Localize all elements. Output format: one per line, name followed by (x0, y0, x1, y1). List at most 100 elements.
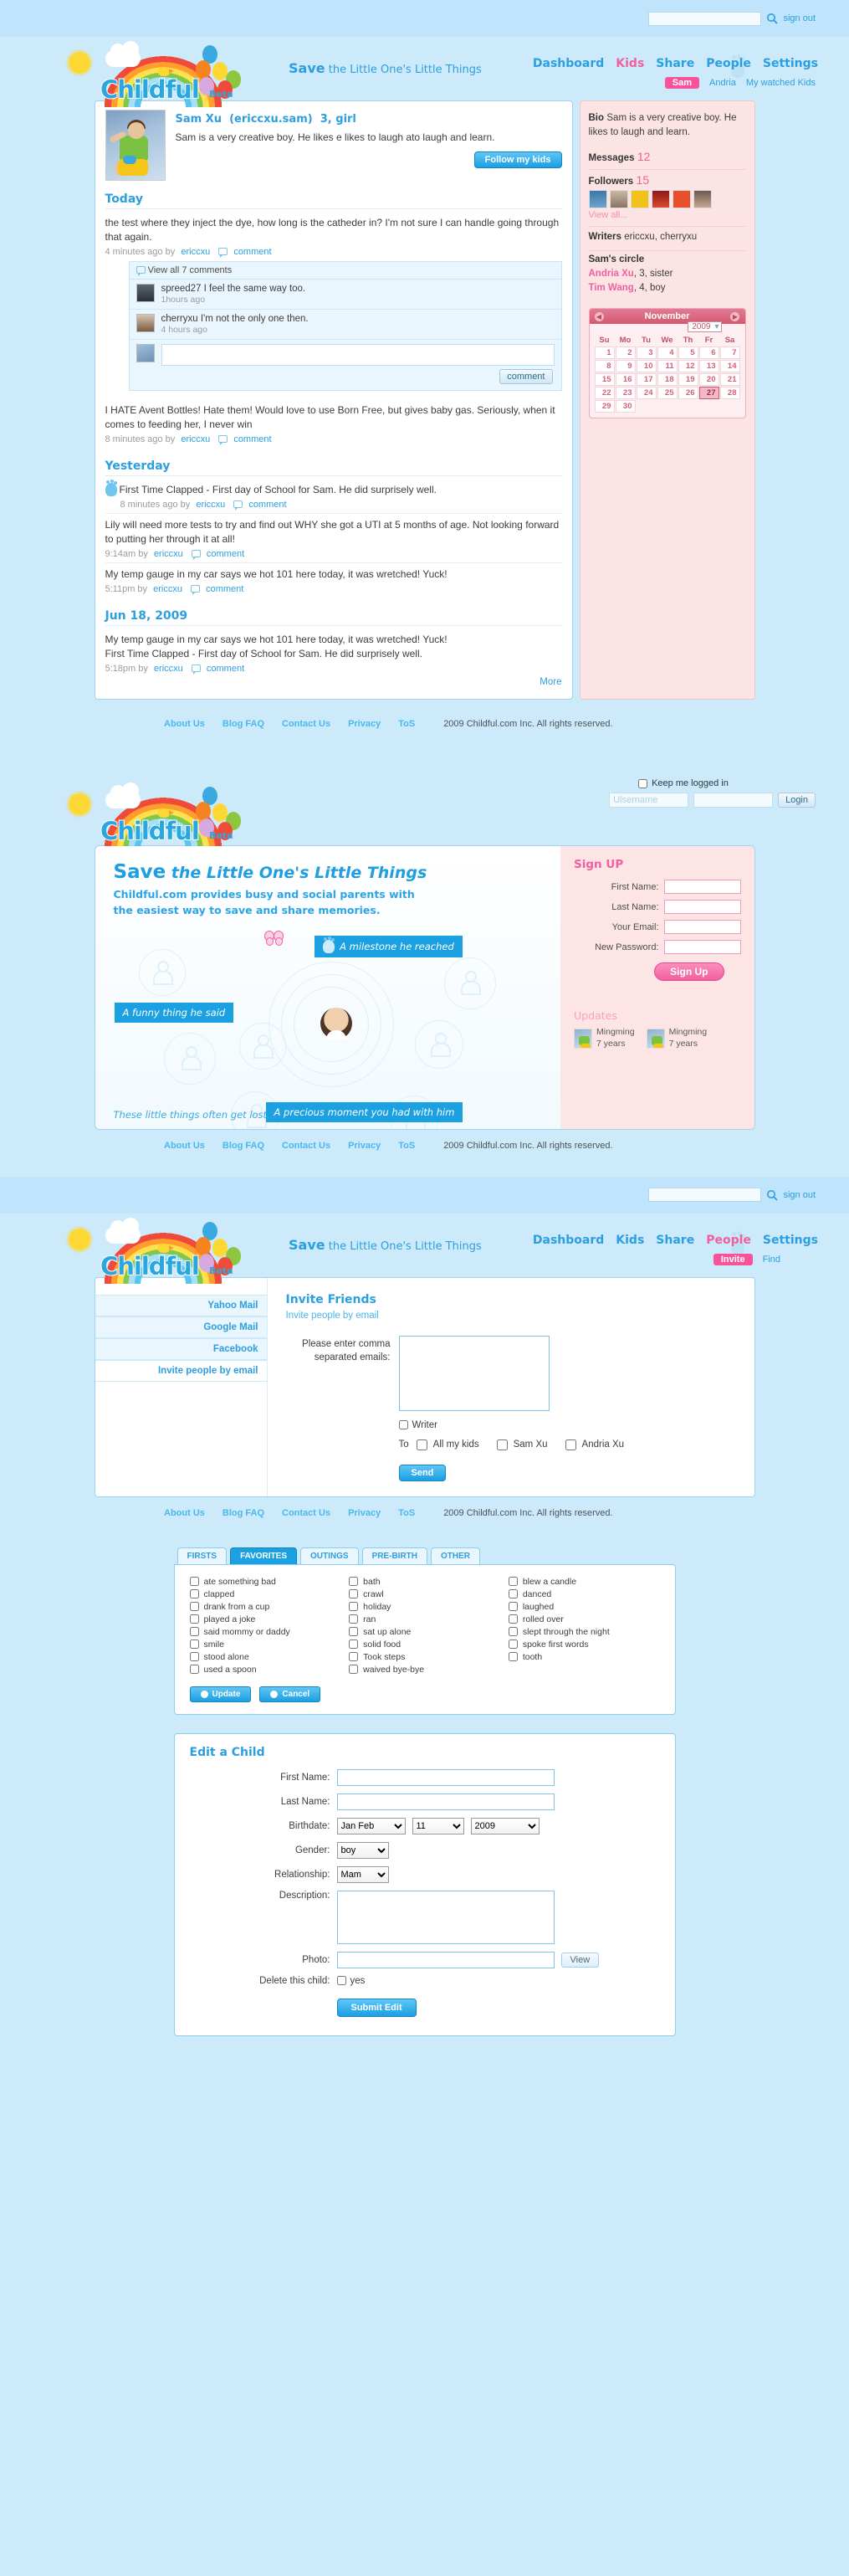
calendar-day[interactable]: 23 (615, 387, 636, 400)
search-input[interactable] (648, 1188, 762, 1203)
calendar-day[interactable]: 10 (636, 360, 657, 373)
post-comment-link[interactable]: comment (233, 434, 271, 444)
andria-xu-checkbox[interactable] (565, 1439, 576, 1450)
favorite-checkbox-item[interactable]: used a spoon (189, 1665, 341, 1675)
view-all-followers-link[interactable]: View all... (589, 210, 628, 220)
footer-privacy[interactable]: Privacy (348, 1508, 381, 1518)
follower-avatar[interactable] (651, 189, 670, 208)
footer-blog-faq[interactable]: Blog FAQ (222, 1508, 264, 1518)
subnav-andria[interactable]: Andria (709, 78, 736, 88)
favorite-checkbox[interactable] (349, 1614, 359, 1624)
favorite-checkbox[interactable] (349, 1577, 359, 1587)
calendar-day[interactable]: 16 (615, 373, 636, 387)
birth-year-select[interactable]: 2009 (470, 1817, 540, 1835)
post-author-link[interactable]: ericcxu (181, 247, 210, 257)
calendar-day[interactable]: 25 (657, 387, 678, 400)
favorite-checkbox[interactable] (508, 1589, 518, 1599)
calendar-day[interactable]: 29 (594, 400, 615, 413)
footer-about-us[interactable]: About Us (164, 1508, 205, 1518)
follower-avatar[interactable] (693, 189, 712, 208)
nav-share[interactable]: Share (656, 57, 694, 70)
search-icon[interactable] (766, 1189, 779, 1201)
invite-source-facebook[interactable]: Facebook (95, 1337, 267, 1360)
calendar-day[interactable]: 22 (594, 387, 615, 400)
nav-people[interactable]: People (706, 1234, 751, 1247)
childful-logo[interactable]: Childful Beta (65, 1210, 274, 1284)
calendar-day[interactable]: 15 (594, 373, 615, 387)
photo-input[interactable] (336, 1951, 555, 1968)
favorite-checkbox[interactable] (508, 1577, 518, 1587)
footer-about-us[interactable]: About Us (164, 719, 205, 729)
circle-member-name[interactable]: Tim Wang (589, 283, 634, 293)
tab-other[interactable]: OTHER (431, 1547, 481, 1564)
calendar-day[interactable]: 18 (657, 373, 678, 387)
favorite-checkbox-item[interactable]: ran (349, 1614, 500, 1624)
footer-privacy[interactable]: Privacy (348, 719, 381, 729)
update-item[interactable]: Mingming 7 years (574, 1027, 635, 1049)
footer-tos[interactable]: ToS (398, 719, 415, 729)
post-author-link[interactable]: ericcxu (181, 434, 210, 444)
footer-contact-us[interactable]: Contact Us (282, 719, 330, 729)
view-all-comments[interactable]: View all 7 comments (129, 262, 561, 280)
nav-settings[interactable]: Settings (763, 1234, 818, 1247)
favorite-checkbox-item[interactable]: rolled over (508, 1614, 660, 1624)
post-comment-link[interactable]: comment (248, 500, 286, 510)
new-password-input[interactable] (663, 940, 741, 955)
favorite-checkbox[interactable] (349, 1652, 359, 1662)
nav-dashboard[interactable]: Dashboard (533, 57, 604, 70)
post-author-link[interactable]: ericcxu (154, 549, 183, 559)
favorite-checkbox-item[interactable]: stood alone (189, 1652, 341, 1662)
favorite-checkbox-item[interactable]: smile (189, 1640, 341, 1650)
favorite-checkbox-item[interactable]: bath (349, 1577, 500, 1587)
calendar-day[interactable]: 14 (719, 360, 740, 373)
invite-source-yahoo-mail[interactable]: Yahoo Mail (95, 1294, 267, 1316)
nav-settings[interactable]: Settings (763, 57, 818, 70)
calendar-day[interactable]: 13 (698, 360, 719, 373)
circle-member-name[interactable]: Andria Xu (589, 269, 634, 279)
keep-logged-in[interactable]: Keep me logged in (638, 778, 816, 788)
calendar-day[interactable]: 12 (678, 360, 698, 373)
tab-favorites[interactable]: FAVORITES (230, 1547, 297, 1564)
calendar-day[interactable]: 20 (698, 373, 719, 387)
gender-select[interactable]: boy (336, 1841, 389, 1859)
sign-out-link[interactable]: sign out (783, 1190, 816, 1200)
nav-share[interactable]: Share (656, 1234, 694, 1247)
last-name-input[interactable] (663, 900, 741, 915)
post-comment-link[interactable]: comment (206, 584, 243, 594)
favorite-checkbox[interactable] (189, 1665, 199, 1675)
tab-outings[interactable]: OUTINGS (300, 1547, 359, 1564)
writer-checkbox[interactable] (398, 1420, 408, 1430)
relationship-select[interactable]: Mam (336, 1865, 389, 1883)
favorite-checkbox[interactable] (189, 1627, 199, 1637)
calendar-day[interactable]: 1 (594, 346, 615, 360)
calendar-year-select[interactable]: 2009 (688, 321, 722, 333)
favorite-checkbox-item[interactable]: clapped (189, 1589, 341, 1599)
favorite-checkbox[interactable] (349, 1589, 359, 1599)
sign-out-link[interactable]: sign out (783, 13, 816, 23)
post-author-link[interactable]: ericcxu (196, 500, 225, 510)
post-comment-link[interactable]: comment (207, 549, 244, 559)
favorite-checkbox[interactable] (349, 1665, 359, 1675)
comment-submit-button[interactable]: comment (499, 369, 553, 385)
invite-source-email[interactable]: Invite people by email (95, 1359, 267, 1382)
favorite-checkbox[interactable] (349, 1602, 359, 1612)
post-author-link[interactable]: ericcxu (154, 664, 183, 674)
follower-avatar[interactable] (630, 189, 649, 208)
birth-day-select[interactable]: 11 (412, 1817, 464, 1835)
cancel-button[interactable]: Cancel (259, 1686, 321, 1702)
footer-contact-us[interactable]: Contact Us (282, 1141, 330, 1151)
calendar-day[interactable]: 24 (636, 387, 657, 400)
favorite-checkbox-item[interactable]: drank from a cup (189, 1602, 341, 1612)
footer-blog-faq[interactable]: Blog FAQ (222, 1141, 264, 1151)
favorite-checkbox-item[interactable]: spoke first words (508, 1640, 660, 1650)
delete-child-checkbox[interactable] (336, 1976, 346, 1986)
email-input[interactable] (663, 920, 741, 935)
favorite-checkbox-item[interactable]: laughed (508, 1602, 660, 1612)
favorite-checkbox[interactable] (189, 1652, 199, 1662)
calendar-day[interactable]: 8 (594, 360, 615, 373)
password-input[interactable] (693, 793, 774, 808)
follower-avatar[interactable] (588, 189, 607, 208)
keep-logged-in-checkbox[interactable] (638, 778, 648, 788)
comment-author[interactable]: cherryxu (161, 314, 198, 324)
footer-about-us[interactable]: About Us (164, 1141, 205, 1151)
